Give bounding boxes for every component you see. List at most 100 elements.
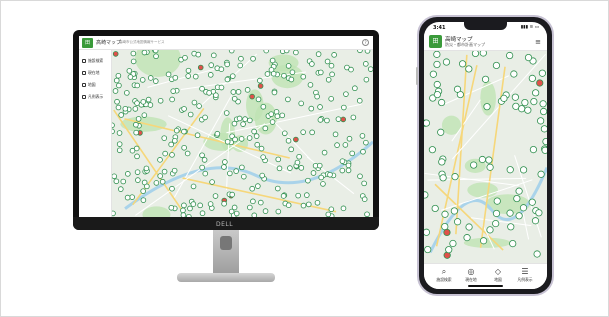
facility-marker[interactable] <box>283 50 290 54</box>
facility-marker[interactable] <box>481 75 490 83</box>
facility-marker[interactable] <box>270 71 277 77</box>
facility-marker[interactable] <box>139 77 146 83</box>
facility-marker[interactable] <box>364 50 371 54</box>
facility-marker[interactable] <box>190 183 197 190</box>
facility-marker[interactable] <box>298 100 304 107</box>
facility-marker[interactable] <box>274 113 281 119</box>
facility-marker[interactable] <box>328 62 335 69</box>
facility-marker[interactable] <box>125 171 131 177</box>
facility-marker[interactable] <box>242 116 248 122</box>
facility-marker[interactable] <box>134 153 140 160</box>
facility-marker[interactable] <box>229 191 235 198</box>
facility-marker[interactable] <box>539 100 547 108</box>
facility-marker[interactable] <box>218 66 225 73</box>
facility-marker[interactable] <box>293 50 299 56</box>
nav-item-search[interactable]: ⌕ 施設検索 <box>432 267 456 283</box>
facility-marker[interactable] <box>199 210 206 217</box>
facility-marker[interactable] <box>161 168 168 175</box>
sidebar-item-location[interactable]: 現在地 <box>82 70 99 76</box>
sidebar-item-map[interactable]: 地図 <box>82 82 96 88</box>
facility-marker[interactable] <box>315 51 322 57</box>
facility-marker[interactable] <box>141 50 148 56</box>
home-indicator[interactable] <box>468 285 503 287</box>
facility-marker[interactable] <box>288 76 295 83</box>
facility-marker[interactable] <box>250 55 256 62</box>
facility-marker[interactable] <box>524 106 532 114</box>
facility-marker[interactable] <box>500 94 508 102</box>
facility-marker[interactable] <box>116 130 123 136</box>
facility-marker[interactable] <box>340 116 347 123</box>
facility-marker[interactable] <box>207 72 214 78</box>
facility-marker[interactable] <box>135 177 141 183</box>
facility-marker[interactable] <box>510 70 518 78</box>
facility-marker[interactable] <box>247 204 253 211</box>
facility-marker[interactable] <box>493 197 501 205</box>
facility-marker[interactable] <box>236 115 243 122</box>
facility-marker[interactable] <box>540 125 547 133</box>
facility-marker[interactable] <box>357 173 363 180</box>
facility-marker[interactable] <box>438 98 446 107</box>
facility-marker[interactable] <box>307 82 314 88</box>
facility-marker[interactable] <box>367 66 373 72</box>
facility-marker[interactable] <box>438 158 446 166</box>
facility-marker[interactable] <box>202 114 208 121</box>
facility-marker[interactable] <box>116 141 123 147</box>
facility-marker[interactable] <box>521 98 529 107</box>
facility-marker[interactable] <box>535 209 543 217</box>
facility-marker[interactable] <box>241 173 247 180</box>
facility-marker[interactable] <box>192 73 199 80</box>
facility-marker[interactable] <box>255 96 262 103</box>
facility-marker[interactable] <box>360 148 366 155</box>
facility-marker[interactable] <box>260 154 266 160</box>
facility-marker[interactable] <box>343 91 349 97</box>
facility-marker[interactable] <box>285 63 292 69</box>
facility-marker[interactable] <box>348 66 354 73</box>
facility-marker[interactable] <box>310 170 317 176</box>
facility-marker[interactable] <box>249 93 255 100</box>
facility-marker[interactable] <box>492 61 501 70</box>
facility-marker[interactable] <box>519 166 528 174</box>
facility-marker[interactable] <box>433 60 441 69</box>
facility-marker[interactable] <box>305 177 311 184</box>
facility-marker[interactable] <box>281 72 287 79</box>
facility-marker[interactable] <box>153 180 160 186</box>
facility-marker[interactable] <box>143 165 150 172</box>
facility-marker[interactable] <box>449 239 457 248</box>
facility-marker[interactable] <box>269 57 276 64</box>
facility-marker[interactable] <box>363 61 369 67</box>
facility-marker[interactable] <box>428 146 437 154</box>
facility-marker[interactable] <box>451 173 459 181</box>
facility-marker[interactable] <box>429 70 437 78</box>
facility-marker[interactable] <box>485 156 493 164</box>
facility-marker[interactable] <box>114 98 120 105</box>
facility-marker[interactable] <box>228 50 235 54</box>
facility-marker[interactable] <box>240 121 246 127</box>
facility-marker[interactable] <box>247 117 253 124</box>
facility-marker[interactable] <box>437 128 445 136</box>
facility-marker[interactable] <box>293 136 299 143</box>
facility-marker[interactable] <box>237 62 244 69</box>
facility-marker[interactable] <box>465 65 473 73</box>
facility-marker[interactable] <box>182 54 188 61</box>
facility-marker[interactable] <box>230 89 237 95</box>
facility-marker[interactable] <box>325 76 332 83</box>
facility-marker[interactable] <box>471 51 480 58</box>
facility-marker[interactable] <box>528 198 536 206</box>
facility-marker[interactable] <box>285 137 292 144</box>
facility-marker[interactable] <box>480 237 488 245</box>
facility-marker[interactable] <box>264 71 271 77</box>
facility-marker[interactable] <box>529 146 538 154</box>
facility-marker[interactable] <box>328 206 335 213</box>
facility-marker[interactable] <box>334 142 340 148</box>
facility-marker[interactable] <box>335 116 342 122</box>
facility-marker[interactable] <box>279 112 286 119</box>
facility-marker[interactable] <box>224 138 231 145</box>
facility-marker[interactable] <box>305 201 312 208</box>
facility-marker[interactable] <box>169 96 175 103</box>
facility-marker[interactable] <box>486 226 494 234</box>
facility-marker[interactable] <box>268 111 275 117</box>
facility-marker[interactable] <box>300 129 306 135</box>
facility-marker[interactable] <box>191 99 198 106</box>
facility-marker[interactable] <box>159 178 166 185</box>
facility-marker[interactable] <box>246 135 253 141</box>
